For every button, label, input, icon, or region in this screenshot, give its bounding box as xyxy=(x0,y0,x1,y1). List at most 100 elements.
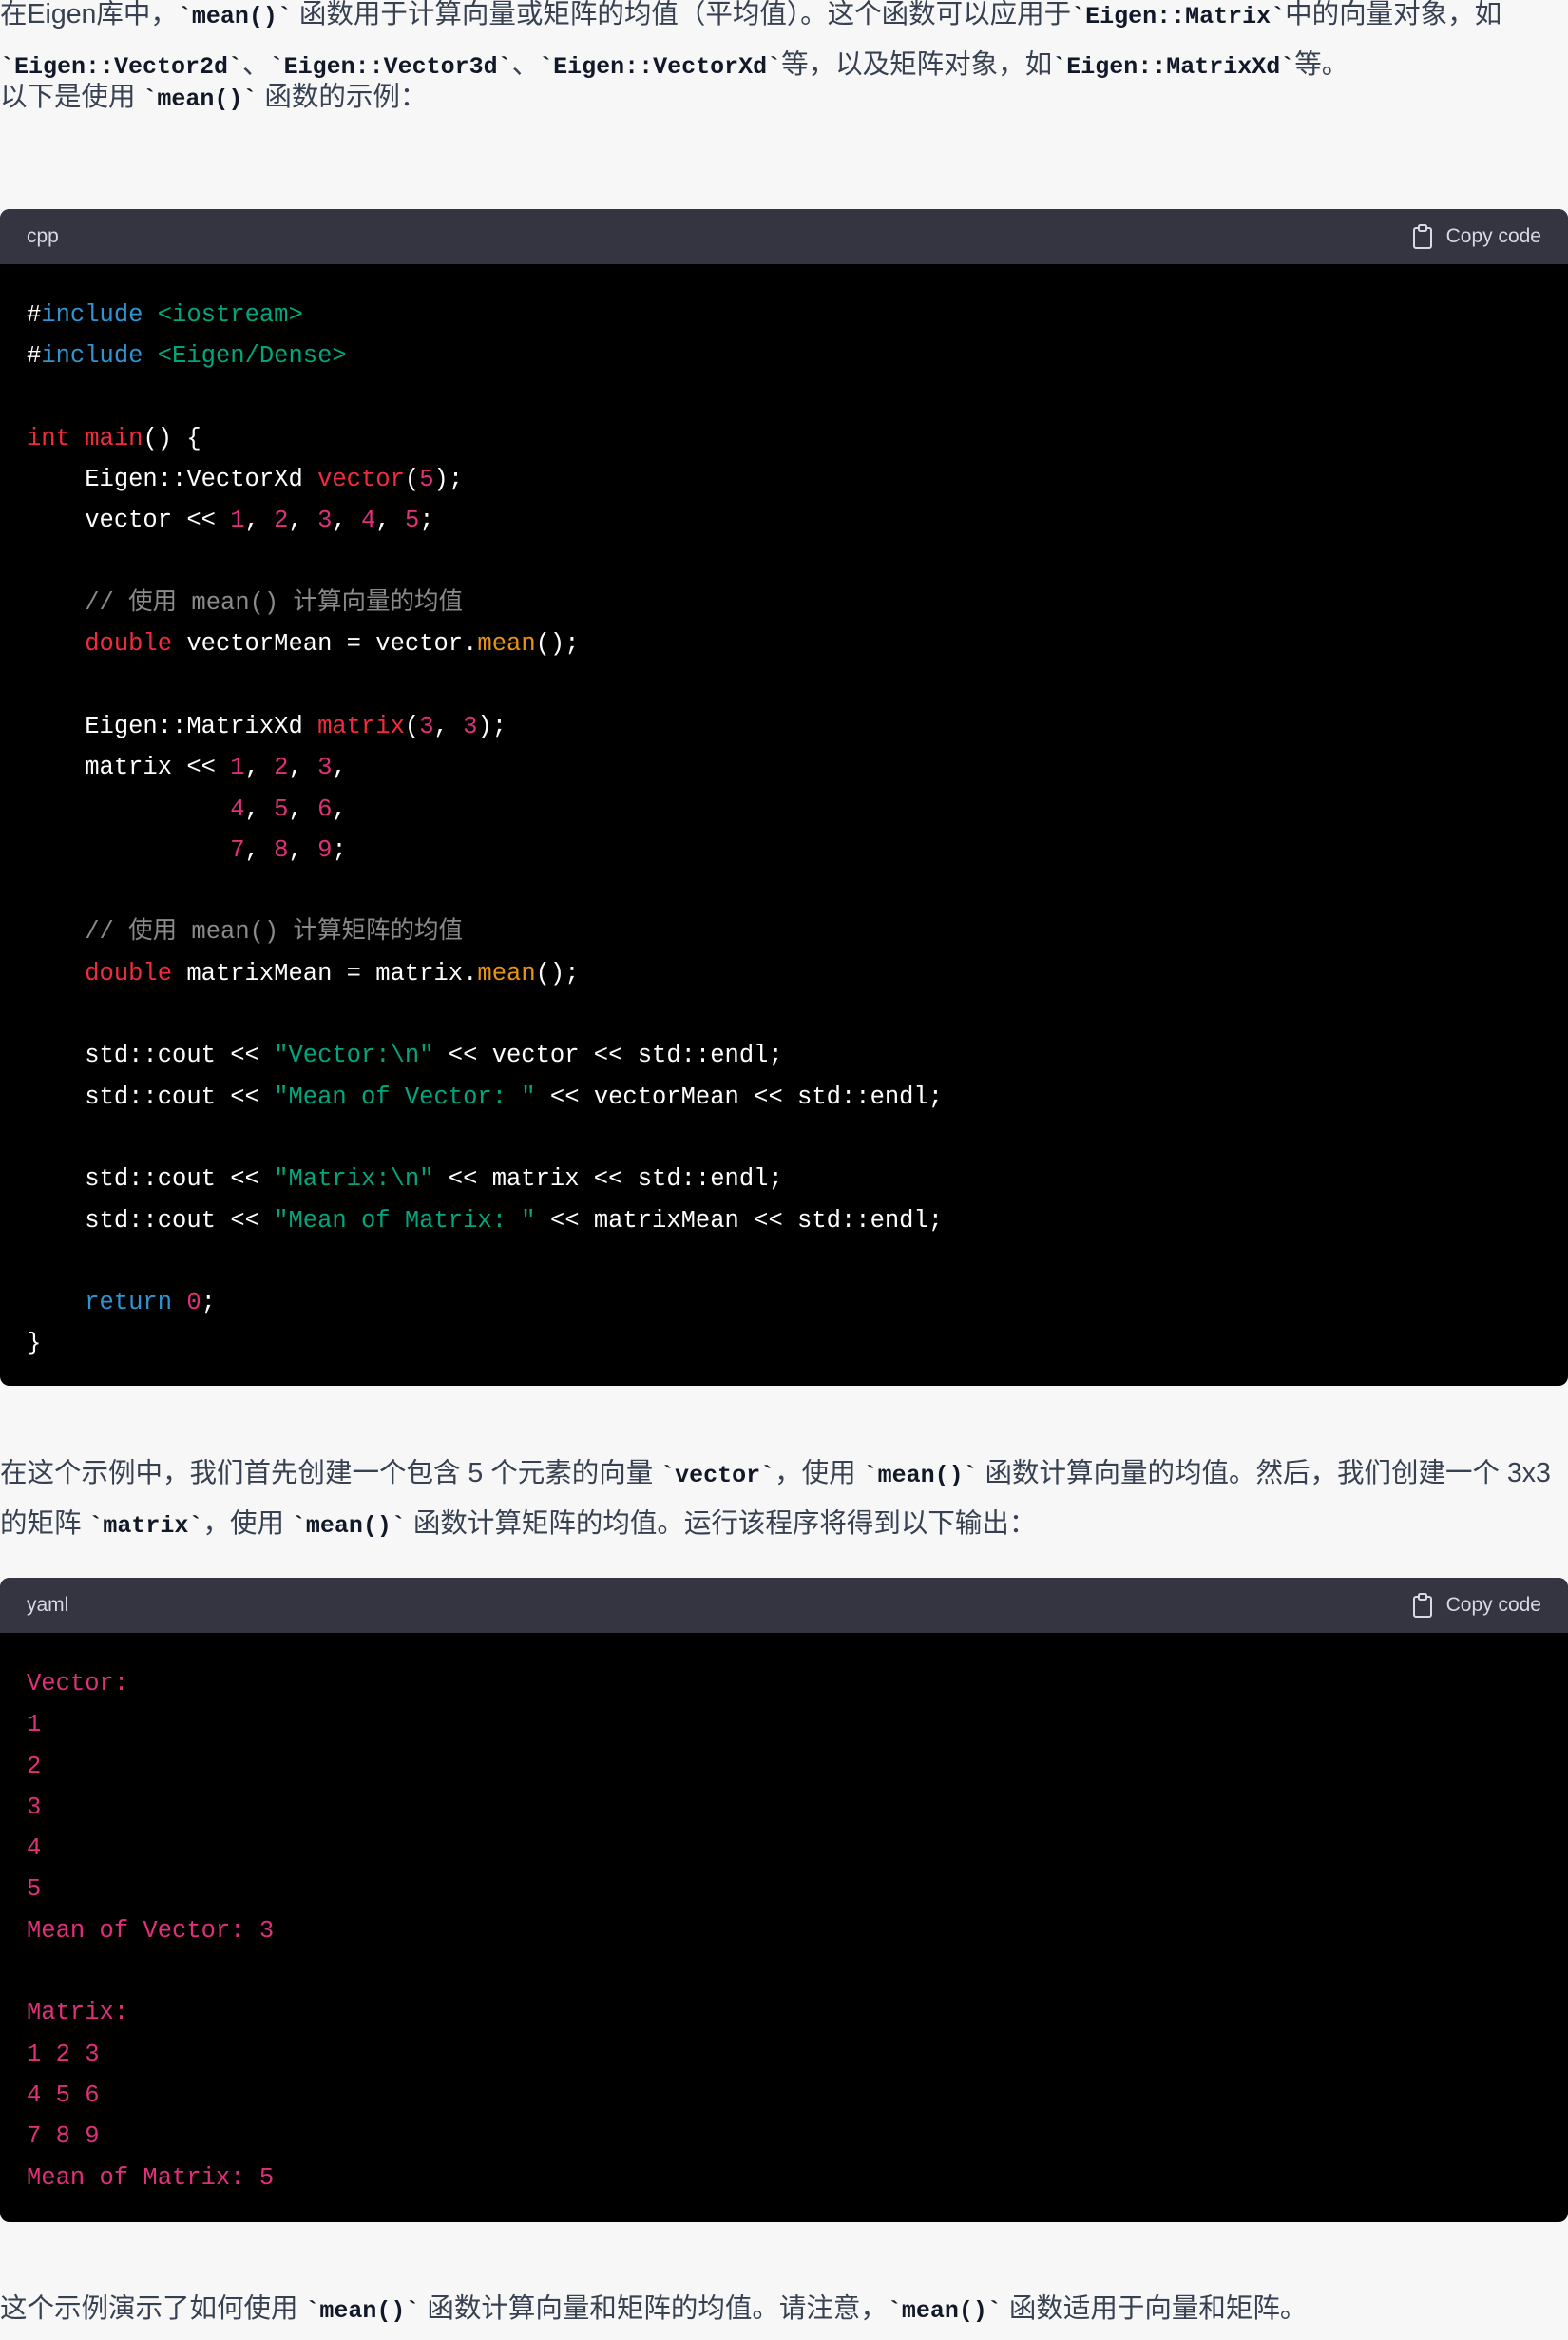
code-token: , xyxy=(244,835,275,864)
code-token: 2 xyxy=(27,1752,42,1780)
clipboard-icon xyxy=(1412,224,1432,249)
code-token: mean xyxy=(477,630,536,659)
code-token: ; xyxy=(419,507,434,535)
inline-code: `mean()` xyxy=(863,1462,978,1489)
code-token: mean xyxy=(477,959,536,988)
code-token: 3 xyxy=(419,712,434,740)
code-token: 1 xyxy=(230,507,245,535)
code-token: 3 xyxy=(463,712,478,740)
code-token: , xyxy=(288,795,318,823)
code-token: , xyxy=(332,754,347,782)
paragraph-text: 以下是使用 xyxy=(0,82,143,112)
code-line: Matrix: xyxy=(27,1992,1541,2033)
code-token: , xyxy=(244,754,275,782)
code-token: 3 xyxy=(317,507,333,535)
code-line: std::cout << "Mean of Vector: " << vecto… xyxy=(27,1077,1541,1118)
code-token: 0 xyxy=(186,1289,201,1317)
code-token: 6 xyxy=(317,795,333,823)
code-token: << matrix << std::endl; xyxy=(433,1165,783,1194)
code-token: <Eigen/Dense> xyxy=(157,342,347,371)
code-token: , xyxy=(288,507,318,535)
code-token: 1 2 3 xyxy=(27,2040,100,2068)
paragraph-text: 在这个示例中，我们首先创建一个包含 5 个元素的向量 xyxy=(0,1458,661,1488)
paragraph-text: ，使用 xyxy=(202,1508,292,1539)
paragraph-text: 函数计算矩阵的均值。运行该程序将得到以下输出： xyxy=(405,1508,1037,1539)
code-line: 3 xyxy=(27,1787,1541,1828)
code-token: std::cout << xyxy=(27,1042,275,1070)
code-token: // 使用 mean() 计算向量的均值 xyxy=(27,589,464,618)
code-token: vectorMean = vector. xyxy=(172,630,478,659)
code-line: std::cout << "Vector:\n" << vector << st… xyxy=(27,1035,1541,1076)
code-line: 7 8 9 xyxy=(27,2116,1541,2157)
code-line: return 0; xyxy=(27,1282,1541,1323)
code-token: ); xyxy=(433,466,464,494)
code-body: Vector: 1 2 3 4 5 Mean of Vector: 3 Matrix: 1 2 … xyxy=(0,1633,1568,2198)
code-token: return xyxy=(85,1289,173,1317)
code-line: Eigen::MatrixXd matrix(3, 3); xyxy=(27,706,1541,747)
code-token: include xyxy=(41,342,143,371)
code-token: , xyxy=(375,507,405,535)
code-token: 5 xyxy=(419,466,434,494)
clipboard-icon xyxy=(1412,1593,1432,1618)
code-body: #include <iostream> #include <Eigen/Dense… xyxy=(0,264,1568,1365)
copy-code-button[interactable]: Copy code xyxy=(1412,224,1541,249)
paragraph-text: 中的向量对象，如 xyxy=(1285,0,1502,29)
code-token: int xyxy=(27,424,70,452)
code-line: 1 xyxy=(27,1704,1541,1745)
code-line: 1 2 3 xyxy=(27,2034,1541,2075)
code-token: ); xyxy=(477,712,507,740)
code-line: #include <iostream> xyxy=(27,295,1541,336)
code-token: Vector: xyxy=(27,1670,129,1697)
code-token: ( xyxy=(404,466,420,494)
code-token: , xyxy=(288,754,318,782)
code-token: matrixMean = matrix. xyxy=(172,959,478,988)
code-line: std::cout << "Mean of Matrix: " << matri… xyxy=(27,1200,1541,1241)
code-block-yaml: yaml Copy code Vector: 1 2 3 4 5 Mean of Vecto… xyxy=(0,1578,1568,2222)
code-token: # xyxy=(27,301,42,329)
code-token: 1 xyxy=(27,1711,42,1739)
code-token: Eigen::MatrixXd xyxy=(27,712,318,740)
inline-code: `matrix` xyxy=(88,1512,203,1540)
code-token: 3 xyxy=(317,754,333,782)
code-token: << vector << std::endl; xyxy=(433,1042,783,1070)
code-token: Eigen::VectorXd xyxy=(27,466,318,494)
code-token: 5 xyxy=(27,1875,42,1904)
code-token: 9 xyxy=(317,835,333,864)
paragraph-text: 函数适用于向量和矩阵。 xyxy=(1001,2293,1308,2324)
inline-code: `vector` xyxy=(660,1462,775,1489)
code-token: 2 xyxy=(274,754,289,782)
code-token: , xyxy=(244,507,275,535)
copy-code-button[interactable]: Copy code xyxy=(1412,1593,1541,1618)
code-block-header: cpp Copy code xyxy=(0,209,1568,264)
code-token: "Mean of Matrix: " xyxy=(274,1206,536,1235)
code-block-header: yaml Copy code xyxy=(0,1578,1568,1633)
code-line: #include <Eigen/Dense> xyxy=(27,336,1541,376)
code-token: ; xyxy=(332,835,347,864)
code-token: Mean of Matrix: 5 xyxy=(27,2163,275,2192)
code-token: ( xyxy=(404,712,420,740)
code-line: Mean of Matrix: 5 xyxy=(27,2158,1541,2198)
code-line: std::cout << "Matrix:\n" << matrix << st… xyxy=(27,1159,1541,1199)
code-token: # xyxy=(27,342,42,371)
code-line: Vector: xyxy=(27,1663,1541,1704)
code-token: std::cout << xyxy=(27,1206,275,1235)
code-line: Mean of Vector: 3 xyxy=(27,1910,1541,1951)
code-token: 7 8 9 xyxy=(27,2122,100,2151)
code-token: << matrixMean << std::endl; xyxy=(535,1206,944,1235)
code-line: } xyxy=(27,1323,1541,1364)
code-line: 4 5 6 xyxy=(27,2075,1541,2116)
paragraph-text: 函数的示例： xyxy=(257,82,428,112)
code-token: 4 5 6 xyxy=(27,2081,100,2109)
inline-code: `mean()` xyxy=(887,2297,1002,2325)
code-line: 7, 8, 9; xyxy=(27,830,1541,871)
